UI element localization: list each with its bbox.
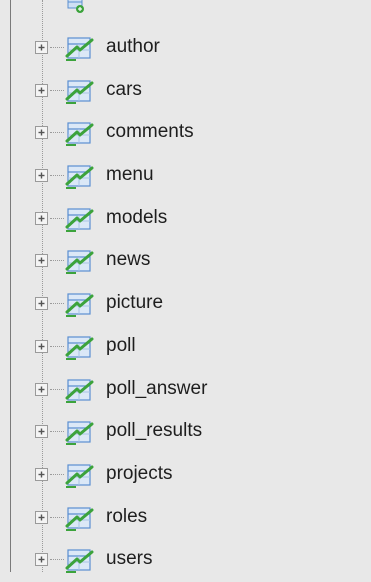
navigation-tree-panel: author cars comments menu models news picture p… bbox=[0, 0, 371, 574]
tree-item-picture[interactable]: picture bbox=[0, 283, 371, 326]
tree-item-label[interactable]: roles bbox=[106, 506, 147, 528]
tree-item-label[interactable]: users bbox=[106, 548, 152, 570]
tree-item-roles[interactable]: roles bbox=[0, 497, 371, 540]
plus-icon[interactable] bbox=[34, 168, 49, 183]
plus-icon[interactable] bbox=[34, 253, 49, 268]
table-icon[interactable] bbox=[64, 247, 98, 275]
tree-item-label[interactable]: menu bbox=[106, 164, 154, 186]
new-table-icon[interactable] bbox=[67, 0, 85, 14]
tree-connector bbox=[50, 345, 64, 347]
table-icon[interactable] bbox=[64, 504, 98, 532]
plus-icon[interactable] bbox=[34, 467, 49, 482]
tree-item-cars[interactable]: cars bbox=[0, 70, 371, 113]
table-icon[interactable] bbox=[64, 461, 98, 489]
tree-item-label[interactable]: poll_results bbox=[106, 420, 202, 442]
tree-connector bbox=[50, 516, 64, 518]
table-icon[interactable] bbox=[64, 418, 98, 446]
table-icon[interactable] bbox=[64, 205, 98, 233]
tree-item-menu[interactable]: menu bbox=[0, 155, 371, 198]
tree-item-comments[interactable]: comments bbox=[0, 112, 371, 155]
tree-item-label[interactable]: cars bbox=[106, 79, 142, 101]
plus-icon[interactable] bbox=[34, 125, 49, 140]
tree-connector bbox=[50, 559, 64, 561]
tree-item-author[interactable]: author bbox=[0, 27, 371, 70]
new-table-row[interactable] bbox=[0, 0, 371, 30]
tree-item-poll-results[interactable]: poll_results bbox=[0, 411, 371, 454]
tree-item-label[interactable]: poll_answer bbox=[106, 378, 207, 400]
tree-connector bbox=[50, 431, 64, 433]
tree-connector bbox=[50, 260, 64, 262]
tree-connector bbox=[50, 388, 64, 390]
tree-item-poll-answer[interactable]: poll_answer bbox=[0, 369, 371, 412]
table-icon[interactable] bbox=[64, 34, 98, 62]
plus-icon[interactable] bbox=[34, 83, 49, 98]
tree-item-models[interactable]: models bbox=[0, 198, 371, 241]
tree-item-label[interactable]: projects bbox=[106, 463, 173, 485]
table-icon[interactable] bbox=[64, 290, 98, 318]
table-icon[interactable] bbox=[64, 162, 98, 190]
tree-connector bbox=[50, 473, 64, 475]
plus-icon[interactable] bbox=[34, 424, 49, 439]
tree-item-label[interactable]: models bbox=[106, 207, 167, 229]
tree-item-label[interactable]: author bbox=[106, 36, 160, 58]
table-icon[interactable] bbox=[64, 77, 98, 105]
tree-connector bbox=[50, 303, 64, 305]
tree-connector bbox=[50, 175, 64, 177]
plus-icon[interactable] bbox=[34, 510, 49, 525]
tree-item-users[interactable]: users bbox=[0, 539, 371, 582]
tree-connector bbox=[50, 47, 64, 48]
tree-item-news[interactable]: news bbox=[0, 240, 371, 283]
tree-item-poll[interactable]: poll bbox=[0, 326, 371, 369]
plus-icon[interactable] bbox=[34, 40, 49, 55]
tree-item-label[interactable]: comments bbox=[106, 121, 194, 143]
table-icon[interactable] bbox=[64, 119, 98, 147]
plus-icon[interactable] bbox=[34, 296, 49, 311]
plus-icon[interactable] bbox=[34, 552, 49, 567]
plus-icon[interactable] bbox=[34, 382, 49, 397]
tree-connector bbox=[50, 217, 64, 219]
tree-connector bbox=[50, 132, 64, 134]
plus-icon[interactable] bbox=[34, 339, 49, 354]
table-icon[interactable] bbox=[64, 376, 98, 404]
tree-connector bbox=[50, 89, 64, 91]
table-icon[interactable] bbox=[64, 546, 98, 574]
tree-item-label[interactable]: picture bbox=[106, 292, 163, 314]
plus-icon[interactable] bbox=[34, 211, 49, 226]
table-icon[interactable] bbox=[64, 333, 98, 361]
tree-item-projects[interactable]: projects bbox=[0, 454, 371, 497]
tree-item-label[interactable]: poll bbox=[106, 335, 136, 357]
tree-item-label[interactable]: news bbox=[106, 249, 150, 271]
table-list: author cars comments menu models news picture p… bbox=[0, 27, 371, 582]
